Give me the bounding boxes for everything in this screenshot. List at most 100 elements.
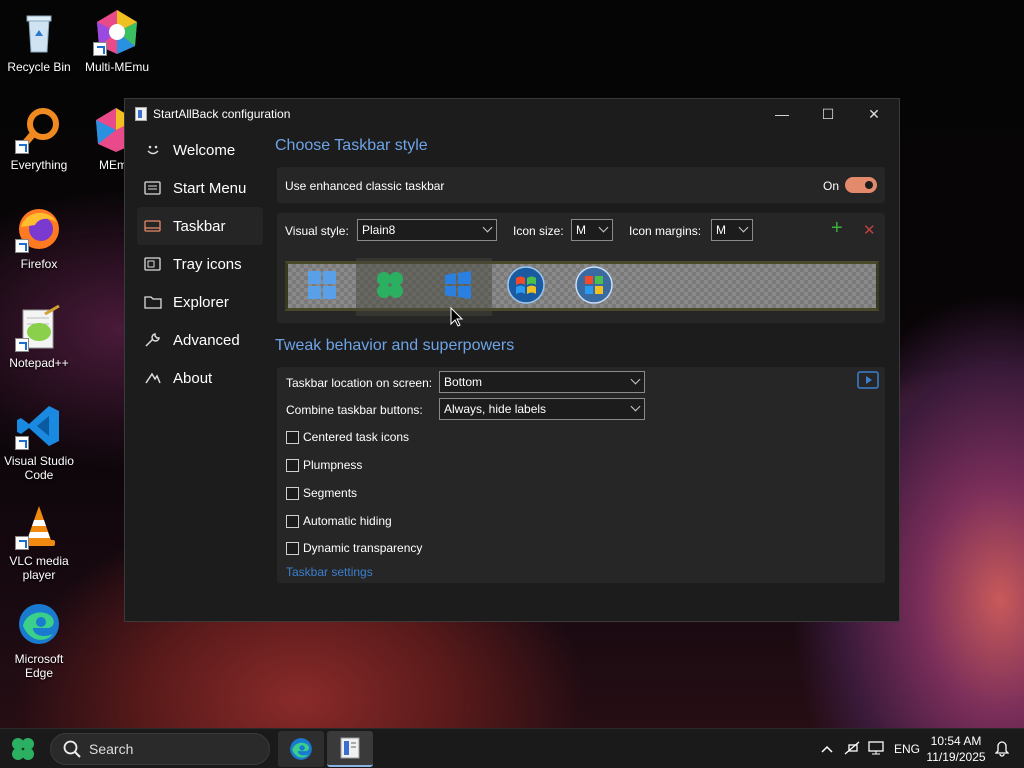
desktop-icon-label: VLC media player (9, 554, 69, 582)
checkbox-box[interactable] (286, 486, 299, 500)
sidebar-item-welcome[interactable]: Welcome (137, 131, 263, 169)
desktop-icon-memu[interactable]: MEm (78, 106, 124, 172)
tray-icon (143, 256, 163, 272)
checkbox-box[interactable] (286, 541, 299, 555)
sidebar: Welcome Start Menu Taskbar Tray icons Ex… (137, 131, 263, 397)
taskbar-style-preview (285, 258, 879, 316)
desktop-icon-label: Multi-MEmu (84, 60, 149, 74)
edge-icon (290, 738, 312, 760)
taskbar-icon (143, 218, 163, 234)
enhanced-taskbar-toggle[interactable] (845, 177, 877, 193)
desktop-icon-label: Firefox (20, 257, 58, 271)
tray-overflow-chevron-icon[interactable] (818, 742, 836, 756)
desktop-icon-everything[interactable]: Everything (0, 106, 78, 172)
desktop-icon-multi-memu[interactable]: Multi-MEmu (78, 8, 156, 74)
enhanced-toggle-state: On (823, 179, 840, 193)
taskbar-search-box[interactable]: Search (50, 733, 270, 765)
remove-style-button[interactable]: ✕ (863, 221, 876, 239)
taskbar-location-value: Bottom (444, 375, 483, 389)
window-title: StartAllBack configuration (153, 107, 291, 121)
notification-bell-icon[interactable] (995, 741, 1009, 757)
vscode-icon (15, 402, 63, 450)
close-button[interactable]: ✕ (851, 99, 897, 129)
start-style-option-vista-orb[interactable] (560, 258, 628, 316)
taskbar-settings-link[interactable]: Taskbar settings (286, 565, 373, 579)
sidebar-item-label: Advanced (173, 331, 240, 349)
desktop-icon-firefox[interactable]: Firefox (0, 205, 78, 271)
taskbar-app-edge[interactable] (278, 731, 324, 767)
add-style-button[interactable]: + (831, 217, 843, 240)
windows-10-logo-icon (445, 271, 471, 299)
sidebar-item-advanced[interactable]: Advanced (137, 321, 263, 359)
desktop-icon-vlc[interactable]: VLC media player (0, 502, 78, 582)
visual-style-label: Visual style: (285, 224, 349, 238)
shortcut-arrow-icon (15, 536, 29, 550)
combine-buttons-value: Always, hide labels (444, 402, 547, 416)
icon-size-select[interactable]: M (571, 219, 613, 241)
checkbox-segments[interactable]: Segments (286, 486, 357, 500)
sidebar-item-taskbar[interactable]: Taskbar (137, 207, 263, 245)
desktop-icon-label: Visual Studio Code (4, 454, 74, 482)
start-button[interactable] (10, 737, 36, 761)
checkbox-dynamic-transparency[interactable]: Dynamic transparency (286, 541, 422, 555)
sidebar-item-label: Start Menu (173, 179, 247, 197)
start-menu-icon (143, 180, 163, 196)
desktop-icon-label: MEm (99, 158, 124, 172)
taskbar-clock[interactable]: 10:54 AM 11/19/2025 (922, 733, 990, 765)
checkbox-automatic-hiding[interactable]: Automatic hiding (286, 514, 392, 528)
icon-size-label: Icon size: (513, 224, 564, 238)
checkbox-label: Plumpness (303, 458, 363, 472)
sidebar-item-explorer[interactable]: Explorer (137, 283, 263, 321)
enhanced-taskbar-panel: Use enhanced classic taskbar On (277, 167, 885, 203)
desktop-icon-label: Everything (10, 158, 68, 172)
shortcut-arrow-icon (15, 239, 29, 253)
combine-buttons-select[interactable]: Always, hide labels (439, 398, 645, 420)
sidebar-item-label: About (173, 369, 213, 387)
title-bar[interactable]: StartAllBack configuration — ☐ ✕ (125, 99, 899, 129)
chevron-down-icon (630, 374, 641, 385)
checkbox-label: Centered task icons (303, 430, 410, 444)
sidebar-item-tray-icons[interactable]: Tray icons (137, 245, 263, 283)
desktop-icon-vscode[interactable]: Visual Studio Code (0, 402, 78, 482)
start-style-option-clover[interactable] (356, 258, 424, 316)
icon-margins-select[interactable]: M (711, 219, 753, 241)
checkbox-box[interactable] (286, 458, 299, 472)
maximize-button[interactable]: ☐ (805, 99, 851, 129)
icon-margins-label: Icon margins: (629, 224, 702, 238)
taskbar-app-startallback[interactable] (327, 731, 373, 767)
startallback-app-icon (135, 107, 147, 121)
sidebar-item-about[interactable]: About (137, 359, 263, 397)
desktop-icon-notepadpp[interactable]: Notepad++ (0, 304, 78, 370)
visual-style-select[interactable]: Plain8 (357, 219, 497, 241)
play-video-icon[interactable] (857, 371, 879, 389)
windows-vista-orb-icon (575, 266, 613, 304)
checkbox-centered-task-icons[interactable]: Centered task icons (286, 430, 409, 444)
checkbox-box[interactable] (286, 430, 299, 444)
clock-date: 11/19/2025 (926, 750, 986, 764)
start-style-option-win11[interactable] (288, 258, 356, 316)
desktop-icon-recycle-bin[interactable]: Recycle Bin (0, 8, 78, 74)
icon-size-value: M (576, 223, 586, 237)
monitor-icon[interactable] (864, 740, 888, 758)
shortcut-arrow-icon (93, 42, 107, 56)
sidebar-item-start-menu[interactable]: Start Menu (137, 169, 263, 207)
startallback-app-icon (340, 737, 360, 759)
section-title-taskbar-style: Choose Taskbar style (275, 137, 428, 154)
mouse-cursor-icon (450, 307, 464, 327)
shortcut-arrow-icon (15, 140, 29, 154)
sidebar-item-label: Welcome (173, 141, 236, 159)
network-icon[interactable] (840, 741, 864, 758)
taskbar-location-select[interactable]: Bottom (439, 371, 645, 393)
section-title-behavior: Tweak behavior and superpowers (275, 337, 515, 354)
shortcut-arrow-icon (15, 338, 29, 352)
desktop-icon-label: Notepad++ (9, 356, 69, 370)
checkbox-plumpness[interactable]: Plumpness (286, 458, 362, 472)
minimize-button[interactable]: — (759, 99, 805, 129)
start-style-option-win7-orb[interactable] (492, 258, 560, 316)
memu-icon (92, 106, 124, 154)
chevron-down-icon (482, 222, 493, 233)
desktop-icon-edge[interactable]: Microsoft Edge (0, 600, 78, 680)
clock-time: 10:54 AM (930, 734, 982, 748)
language-indicator[interactable]: ENG (894, 742, 920, 756)
checkbox-box[interactable] (286, 514, 299, 528)
